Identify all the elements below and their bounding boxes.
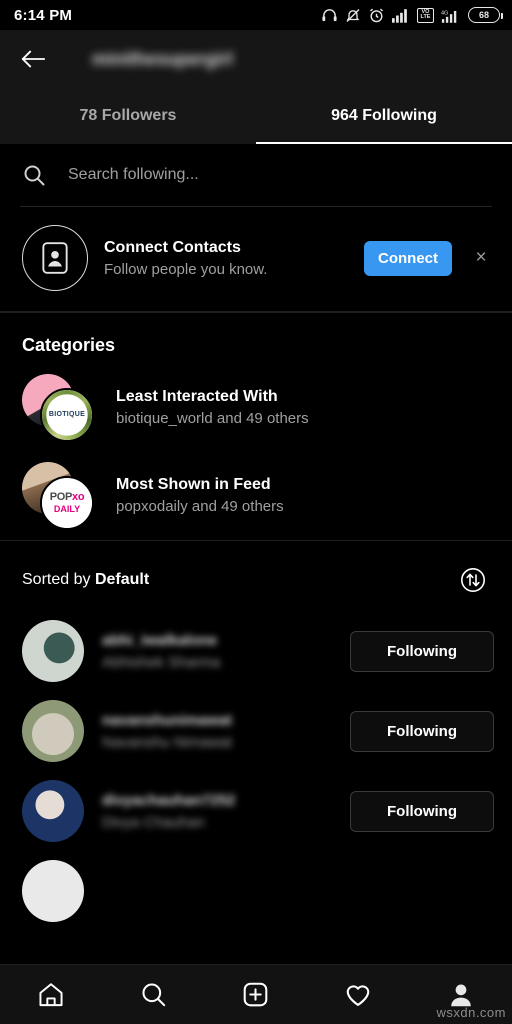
volte-bottom-label: LTE: [420, 14, 431, 20]
user-texts: divyachauhan7252 Divya Chauhan: [102, 792, 332, 831]
contact-card-icon: [22, 225, 88, 291]
popxo-logo-icon: POPxo DAILY: [42, 477, 92, 528]
svg-text:4G: 4G: [441, 10, 448, 16]
avatar[interactable]: [22, 620, 84, 682]
nav-search[interactable]: [126, 973, 182, 1017]
connect-contacts-row: Connect Contacts Follow people you know.…: [0, 207, 512, 311]
sorted-by-prefix: Sorted by: [22, 571, 95, 588]
user-fullname: Abhishek Sharma: [102, 653, 221, 671]
volte-icon: VO LTE: [417, 7, 434, 23]
user-fullname: Navanshu Nimawat: [102, 733, 233, 751]
contact-card-glyph: [42, 242, 68, 274]
avatar[interactable]: [22, 780, 84, 842]
category-title: Most Shown in Feed: [116, 476, 271, 493]
following-button[interactable]: Following: [350, 710, 494, 752]
search-bar[interactable]: Search following...: [0, 144, 512, 206]
sorting-row: Sorted by Default: [0, 541, 512, 611]
popxo-label-xo: xo: [72, 490, 85, 503]
user-texts: navanshunimawat Navanshu Nimawat: [102, 712, 332, 751]
avatar-front: POPxo DAILY: [40, 475, 94, 530]
user-handle: abhi_iwalkalone: [102, 631, 218, 649]
close-icon[interactable]: ×: [468, 247, 494, 269]
sort-arrows-icon: [461, 568, 485, 592]
table-row[interactable]: navanshunimawat Navanshu Nimawat Followi…: [0, 691, 512, 771]
headphones-icon: [322, 8, 337, 21]
category-avatar-stack: BIOTIQUE: [22, 373, 98, 442]
heart-icon: [347, 984, 370, 1006]
nav-profile[interactable]: [433, 973, 489, 1017]
following-button[interactable]: Following: [350, 790, 494, 832]
add-post-icon: [244, 982, 268, 1007]
connect-button[interactable]: Connect: [364, 240, 452, 276]
4g-signal-icon: 4G: [441, 10, 457, 23]
category-avatar-stack: POPxo DAILY: [22, 461, 98, 530]
battery-icon: 68: [468, 7, 503, 23]
connect-contacts-title: Connect Contacts: [104, 238, 241, 256]
user-texts: abhi_iwalkalone Abhishek Sharma: [102, 632, 332, 671]
search-icon: [142, 983, 166, 1007]
nav-activity[interactable]: [330, 973, 386, 1017]
categories-heading: Categories: [22, 334, 116, 355]
popxo-label-daily: DAILY: [53, 503, 81, 514]
bell-muted-icon: [346, 8, 360, 22]
battery-level: 68: [478, 10, 489, 20]
user-handle: divyachauhan7252: [102, 791, 236, 809]
avatar[interactable]: [22, 700, 84, 762]
alarm-clock-icon: [370, 8, 383, 22]
category-subtitle: biotique_world and 49 others: [116, 410, 309, 427]
status-time: 6:14 PM: [14, 6, 73, 24]
back-arrow-icon: [21, 50, 46, 68]
category-title: Least Interacted With: [116, 388, 278, 405]
bottom-navigation: wsxdn.com: [0, 964, 512, 1024]
user-handle: navanshunimawat: [102, 711, 233, 729]
following-button[interactable]: Following: [350, 630, 494, 672]
category-subtitle: popxodaily and 49 others: [116, 498, 284, 515]
home-icon: [39, 982, 63, 1006]
search-icon: [24, 165, 45, 186]
followers-following-tabs: 78 Followers 964 Following: [0, 88, 512, 144]
sorted-by-label: Sorted by Default: [22, 571, 149, 589]
back-button[interactable]: [16, 42, 50, 76]
main-content: Search following... Connect Contacts Fol…: [0, 144, 512, 922]
tab-following[interactable]: 964 Following: [256, 88, 512, 144]
status-icons: VO LTE 4G 68: [321, 7, 503, 24]
search-input-placeholder[interactable]: Search following...: [68, 166, 199, 184]
biotique-label: BIOTIQUE: [48, 411, 86, 418]
connect-contacts-texts: Connect Contacts Follow people you know.: [104, 239, 348, 278]
nav-home[interactable]: [23, 973, 79, 1017]
sorted-by-value[interactable]: Default: [95, 571, 149, 588]
tab-followers[interactable]: 78 Followers: [0, 88, 256, 144]
header-top-bar: minithesupergirl: [0, 30, 512, 88]
status-bar: 6:14 PM VO LTE 4G 68: [0, 0, 512, 30]
nav-add-post[interactable]: [228, 973, 284, 1017]
header: minithesupergirl 78 Followers 964 Follow…: [0, 30, 512, 144]
category-row-least-interacted[interactable]: BIOTIQUE Least Interacted With biotique_…: [0, 364, 512, 452]
profile-icon: [450, 984, 471, 1006]
avatar-front: BIOTIQUE: [40, 387, 94, 442]
signal-bars-icon: [392, 8, 407, 23]
user-fullname: Divya Chauhan: [102, 813, 205, 831]
avatar-partial[interactable]: [22, 860, 84, 922]
biotique-logo-icon: BIOTIQUE: [42, 389, 92, 440]
table-row[interactable]: abhi_iwalkalone Abhishek Sharma Followin…: [0, 611, 512, 691]
table-row[interactable]: divyachauhan7252 Divya Chauhan Following: [0, 771, 512, 851]
popxo-label-pop: POP: [49, 490, 73, 503]
connect-contacts-subtitle: Follow people you know.: [104, 260, 268, 278]
category-row-most-shown[interactable]: POPxo DAILY Most Shown in Feed popxodail…: [0, 452, 512, 540]
profile-username: minithesupergirl: [92, 48, 234, 69]
category-texts: Least Interacted With biotique_world and…: [116, 388, 309, 427]
category-texts: Most Shown in Feed popxodaily and 49 oth…: [116, 476, 284, 515]
sort-button[interactable]: [456, 563, 490, 597]
